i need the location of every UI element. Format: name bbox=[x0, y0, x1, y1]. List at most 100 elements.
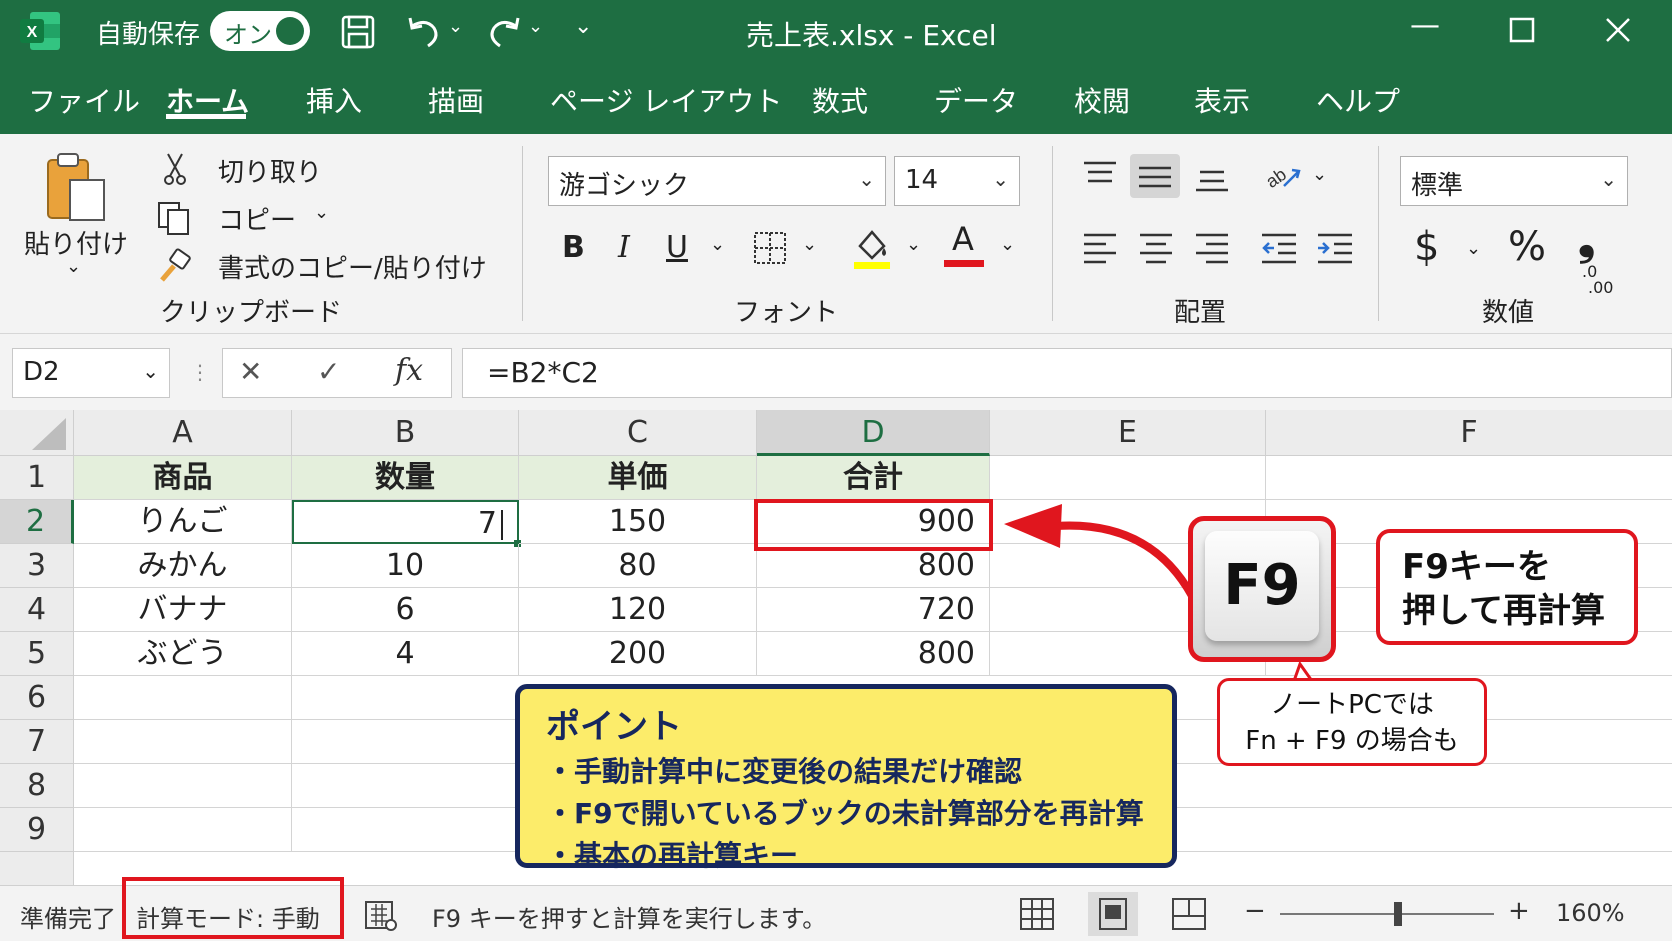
underline-button[interactable]: U bbox=[666, 230, 688, 265]
save-icon[interactable] bbox=[340, 14, 376, 50]
cell-b2-active[interactable]: 7 bbox=[292, 500, 519, 544]
row-header-1[interactable]: 1 bbox=[0, 456, 74, 500]
borders-icon[interactable] bbox=[752, 230, 788, 266]
tab-page-layout[interactable]: ページ レイアウト bbox=[550, 80, 782, 120]
page-layout-view-button[interactable] bbox=[1088, 892, 1138, 936]
cell-a2[interactable]: りんご bbox=[74, 500, 292, 544]
align-bottom-icon[interactable] bbox=[1194, 164, 1230, 194]
select-all-button[interactable] bbox=[0, 410, 74, 456]
tab-insert[interactable]: 挿入 bbox=[306, 80, 362, 120]
orientation-icon[interactable]: ab bbox=[1262, 156, 1302, 194]
paste-icon[interactable] bbox=[44, 150, 110, 226]
cell-d5[interactable]: 800 bbox=[757, 632, 990, 676]
row-header-6[interactable]: 6 bbox=[0, 676, 74, 720]
row-header-5[interactable]: 5 bbox=[0, 632, 74, 676]
font-size-combo[interactable]: 14 ⌄ bbox=[894, 156, 1020, 206]
cell-b4[interactable]: 6 bbox=[292, 588, 519, 632]
customize-toolbar-icon[interactable]: ⌄ bbox=[574, 14, 592, 39]
column-header-b[interactable]: B bbox=[292, 410, 519, 456]
column-header-e[interactable]: E bbox=[990, 410, 1266, 456]
bold-button[interactable]: B bbox=[562, 230, 585, 265]
column-header-a[interactable]: A bbox=[74, 410, 292, 456]
column-header-c[interactable]: C bbox=[519, 410, 757, 456]
font-name-combo[interactable]: 游ゴシック ⌄ bbox=[548, 156, 886, 206]
row-header-8[interactable]: 8 bbox=[0, 764, 74, 808]
copy-icon[interactable] bbox=[156, 200, 192, 236]
empty-cell[interactable] bbox=[74, 676, 292, 720]
tab-file[interactable]: ファイル bbox=[28, 80, 140, 120]
underline-dropdown-icon[interactable]: ⌄ bbox=[710, 234, 725, 255]
undo-icon[interactable] bbox=[404, 14, 444, 50]
tab-review[interactable]: 校閲 bbox=[1074, 80, 1130, 120]
accessibility-icon[interactable] bbox=[364, 898, 398, 932]
orientation-dropdown-icon[interactable]: ⌄ bbox=[1312, 164, 1327, 185]
borders-dropdown-icon[interactable]: ⌄ bbox=[802, 234, 817, 255]
row-header-2[interactable]: 2 bbox=[0, 500, 74, 544]
align-top-icon[interactable] bbox=[1082, 160, 1118, 190]
zoom-level[interactable]: 160% bbox=[1556, 899, 1625, 927]
cut-icon[interactable] bbox=[160, 152, 190, 186]
empty-cell[interactable] bbox=[74, 720, 292, 764]
zoom-slider-thumb[interactable] bbox=[1393, 902, 1402, 926]
comma-style-button[interactable]: ❟ bbox=[1578, 214, 1595, 265]
row-header-9[interactable]: 9 bbox=[0, 808, 74, 852]
cell-a4[interactable]: バナナ bbox=[74, 588, 292, 632]
row-header-7[interactable]: 7 bbox=[0, 720, 74, 764]
cut-label[interactable]: 切り取り bbox=[218, 152, 322, 189]
cancel-icon[interactable]: ✕ bbox=[239, 355, 262, 388]
close-icon[interactable] bbox=[1604, 16, 1632, 44]
decrease-indent-icon[interactable] bbox=[1260, 230, 1298, 266]
tab-formulas[interactable]: 数式 bbox=[812, 80, 868, 120]
cell-b1[interactable]: 数量 bbox=[292, 456, 519, 500]
empty-cell[interactable] bbox=[74, 808, 292, 852]
empty-cell[interactable] bbox=[74, 764, 292, 808]
normal-view-icon[interactable] bbox=[1018, 896, 1056, 932]
format-painter-label[interactable]: 書式のコピー/貼り付け bbox=[218, 248, 487, 285]
cell-f1[interactable] bbox=[1266, 456, 1672, 500]
fill-color-dropdown-icon[interactable]: ⌄ bbox=[906, 234, 921, 255]
row-header-4[interactable]: 4 bbox=[0, 588, 74, 632]
redo-dropdown-icon[interactable]: ⌄ bbox=[528, 16, 543, 37]
cell-c1[interactable]: 単価 bbox=[519, 456, 757, 500]
format-painter-icon[interactable] bbox=[156, 248, 192, 284]
cell-e1[interactable] bbox=[990, 456, 1266, 500]
cell-a1[interactable]: 商品 bbox=[74, 456, 292, 500]
cell-b3[interactable]: 10 bbox=[292, 544, 519, 588]
insert-function-icon[interactable]: fx bbox=[395, 353, 423, 388]
cell-d1[interactable]: 合計 bbox=[757, 456, 990, 500]
zoom-in-button[interactable]: + bbox=[1508, 896, 1530, 926]
redo-icon[interactable] bbox=[484, 14, 524, 50]
cell-a3[interactable]: みかん bbox=[74, 544, 292, 588]
italic-button[interactable]: I bbox=[618, 230, 630, 265]
tab-help[interactable]: ヘルプ bbox=[1316, 80, 1400, 120]
name-box[interactable]: D2 ⌄ bbox=[12, 348, 170, 398]
percent-button[interactable]: % bbox=[1508, 224, 1546, 270]
font-color-dropdown-icon[interactable]: ⌄ bbox=[1000, 234, 1015, 255]
decimal-bottom-label[interactable]: .00 bbox=[1588, 278, 1613, 297]
cell-c5[interactable]: 200 bbox=[519, 632, 757, 676]
column-header-f[interactable]: F bbox=[1266, 410, 1672, 456]
cell-c2[interactable]: 150 bbox=[519, 500, 757, 544]
tab-data[interactable]: データ bbox=[934, 80, 1018, 120]
increase-indent-icon[interactable] bbox=[1316, 230, 1354, 266]
tab-view[interactable]: 表示 bbox=[1194, 80, 1250, 120]
maximize-icon[interactable] bbox=[1508, 16, 1536, 44]
number-format-combo[interactable]: 標準 ⌄ bbox=[1400, 156, 1628, 206]
row-header-3[interactable]: 3 bbox=[0, 544, 74, 588]
currency-dropdown-icon[interactable]: ⌄ bbox=[1466, 238, 1481, 259]
copy-label[interactable]: コピー bbox=[218, 200, 296, 237]
autosave-toggle[interactable]: オン bbox=[210, 11, 310, 51]
formula-input[interactable]: =B2*C2 bbox=[462, 348, 1672, 398]
align-middle-button[interactable] bbox=[1130, 154, 1180, 198]
undo-dropdown-icon[interactable]: ⌄ bbox=[448, 16, 463, 37]
font-color-button[interactable]: A bbox=[952, 220, 974, 258]
paste-dropdown-icon[interactable]: ⌄ bbox=[66, 256, 81, 277]
page-break-view-icon[interactable] bbox=[1170, 896, 1208, 932]
align-center-icon[interactable] bbox=[1138, 230, 1174, 266]
cell-c3[interactable]: 80 bbox=[519, 544, 757, 588]
zoom-out-button[interactable]: − bbox=[1244, 896, 1266, 926]
minimize-icon[interactable]: — bbox=[1410, 8, 1440, 43]
enter-icon[interactable]: ✓ bbox=[317, 355, 340, 388]
cell-d4[interactable]: 720 bbox=[757, 588, 990, 632]
copy-dropdown-icon[interactable]: ⌄ bbox=[314, 202, 329, 223]
